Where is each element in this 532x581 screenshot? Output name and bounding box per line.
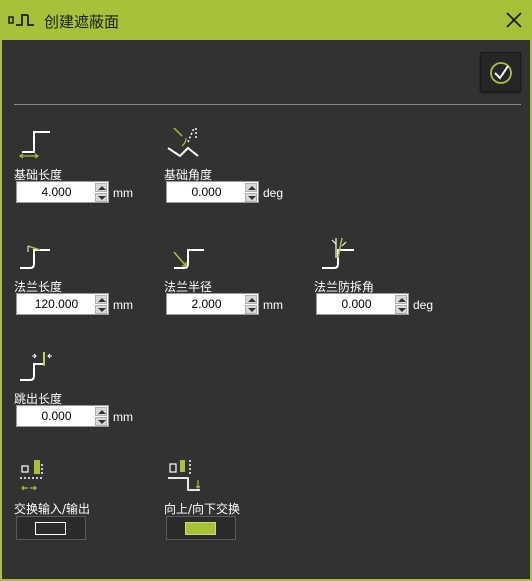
decrement-button[interactable]	[245, 193, 257, 202]
increment-button[interactable]	[245, 183, 257, 192]
unit-label: mm	[113, 410, 133, 424]
swap-up-down-label: 向上/向下交换	[164, 502, 241, 516]
decrement-button[interactable]	[95, 417, 107, 426]
base-angle-icon	[167, 127, 199, 158]
increment-button[interactable]	[95, 183, 107, 192]
decrement-button[interactable]	[95, 193, 107, 202]
base-angle-group: 基础角度 0.000 deg	[164, 126, 304, 216]
jog-length-group: 跳出长度 0.000 mm	[14, 350, 154, 440]
divider	[14, 104, 521, 105]
mask-surface-icon	[8, 14, 34, 26]
jog-length-icon	[20, 352, 52, 381]
swap-in-out-icon	[20, 460, 43, 491]
swap-in-out-group: 交换输入/输出	[14, 458, 154, 548]
swap-in-out-label: 交换输入/输出	[14, 502, 91, 516]
flange-draft-angle-group: 法兰防拆角 0.000 deg	[314, 238, 454, 328]
swap-in-out-swatch	[35, 522, 66, 535]
swap-up-down-swatch	[185, 522, 216, 535]
decrement-button[interactable]	[245, 305, 257, 314]
base-angle-input[interactable]: 0.000	[166, 181, 259, 203]
close-icon[interactable]	[504, 10, 524, 30]
flange-length-icon	[20, 245, 50, 269]
base-length-icon	[18, 131, 50, 159]
swap-up-down-icon	[168, 460, 201, 491]
unit-label: mm	[113, 298, 133, 312]
mask-surface-dialog: 创建遮蔽面 基础长度 4.000 mm 基础角度 0.000 deg 法兰长度 …	[0, 0, 532, 581]
increment-button[interactable]	[245, 295, 257, 304]
swap-in-out-toggle[interactable]	[16, 516, 86, 540]
increment-button[interactable]	[395, 295, 407, 304]
title-bar: 创建遮蔽面	[2, 0, 532, 40]
unit-label: deg	[263, 186, 284, 200]
base-length-group: 基础长度 4.000 mm	[14, 126, 154, 216]
jog-length-input[interactable]: 0.000	[16, 405, 109, 427]
unit-label: mm	[113, 186, 133, 200]
flange-radius-input[interactable]: 2.000	[166, 293, 259, 315]
flange-length-group: 法兰长度 120.000 mm	[14, 238, 154, 328]
swap-up-down-toggle[interactable]	[166, 516, 236, 540]
unit-label: deg	[413, 298, 434, 312]
flange-draft-angle-icon	[322, 238, 354, 269]
window-title: 创建遮蔽面	[44, 13, 120, 31]
increment-button[interactable]	[95, 407, 107, 416]
flange-draft-angle-input[interactable]: 0.000	[316, 293, 409, 315]
decrement-button[interactable]	[95, 305, 107, 314]
flange-radius-icon	[173, 249, 204, 269]
checkmark-icon	[490, 62, 512, 84]
swap-up-down-group: 向上/向下交换	[164, 458, 304, 548]
flange-radius-group: 法兰半径 2.000 mm	[164, 238, 304, 328]
decrement-button[interactable]	[395, 305, 407, 314]
base-length-input[interactable]: 4.000	[16, 181, 109, 203]
unit-label: mm	[263, 298, 283, 312]
flange-length-input[interactable]: 120.000	[16, 293, 109, 315]
increment-button[interactable]	[95, 295, 107, 304]
confirm-button[interactable]	[480, 52, 521, 92]
